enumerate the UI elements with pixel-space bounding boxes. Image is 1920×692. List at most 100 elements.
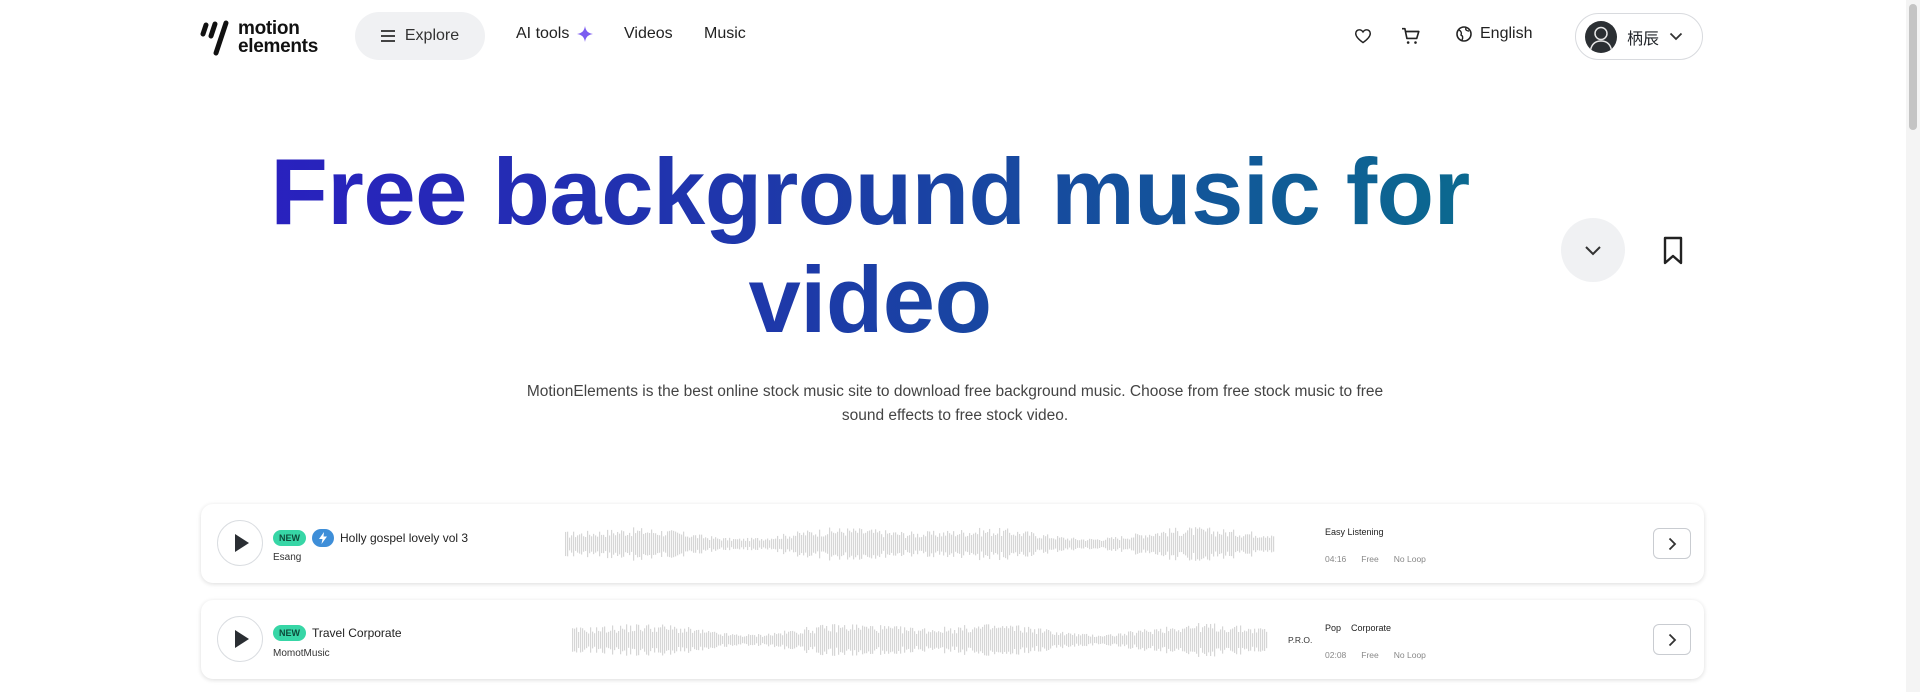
waveform-bar — [575, 537, 577, 551]
waveform-bar — [592, 631, 594, 649]
waveform-bar — [1025, 531, 1027, 557]
waveform-bar — [1001, 536, 1003, 552]
user-menu-button[interactable]: 柄辰 — [1575, 13, 1703, 60]
waveform-bar — [1138, 630, 1140, 650]
waveform-bar — [806, 626, 808, 654]
waveform-bar — [1142, 632, 1144, 648]
play-button[interactable] — [217, 616, 263, 662]
waveform-bar — [1215, 536, 1217, 552]
waveform-bar — [1120, 633, 1122, 647]
waveform-bar — [1252, 633, 1254, 647]
scrollbar-thumb[interactable] — [1909, 4, 1917, 130]
waveform-bar — [721, 540, 723, 548]
waveform[interactable] — [565, 526, 1275, 562]
waveform-bar — [1052, 634, 1054, 646]
track-row[interactable]: NEW Holly gospel lovely vol 3 Esang Easy… — [201, 504, 1704, 583]
tag-label[interactable]: Corporate — [1351, 623, 1391, 633]
waveform-bar — [1186, 626, 1188, 654]
waveform-bar — [758, 634, 760, 646]
waveform-bar — [676, 628, 678, 652]
waveform-bar — [1209, 527, 1211, 561]
waveform-bar — [1106, 635, 1108, 645]
expand-button[interactable] — [1561, 218, 1625, 282]
waveform-bar — [1269, 537, 1271, 551]
waveform-bar — [874, 629, 876, 651]
waveform-bar — [1226, 632, 1228, 648]
waveform-bar — [932, 630, 934, 650]
waveform-bar — [870, 626, 872, 654]
waveform-bar — [1114, 636, 1116, 644]
waveform-bar — [869, 530, 871, 558]
waveform-bar — [597, 536, 599, 552]
waveform-bar — [590, 627, 592, 653]
track-row[interactable]: NEW Travel Corporate MomotMusic P.R.O. P… — [201, 600, 1704, 679]
waveform-bar — [1088, 635, 1090, 645]
cart-button[interactable] — [1397, 22, 1425, 50]
waveform-bar — [770, 635, 772, 645]
waveform-bar — [1061, 537, 1063, 551]
track-artist[interactable]: Esang — [273, 552, 301, 563]
waveform-bar — [909, 535, 911, 553]
waveform-bar — [726, 633, 728, 647]
waveform-bar — [1181, 535, 1183, 553]
waveform-bar — [956, 633, 958, 647]
waveform-bar — [606, 632, 608, 648]
waveform-bar — [1089, 538, 1091, 550]
nav-ai-tools[interactable]: AI tools — [516, 25, 594, 43]
nav-videos[interactable]: Videos — [624, 25, 673, 43]
track-details-button[interactable] — [1653, 528, 1691, 559]
waveform-bar — [929, 531, 931, 557]
waveform-bar — [682, 632, 684, 648]
waveform-bar — [644, 628, 646, 652]
waveform-bar — [651, 529, 653, 559]
waveform-bar — [667, 531, 669, 557]
waveform-bar — [868, 628, 870, 652]
waveform-bar — [794, 631, 796, 649]
waveform-bar — [980, 628, 982, 652]
language-selector[interactable]: English — [1456, 25, 1532, 43]
waveform-bar — [1170, 628, 1172, 652]
track-title[interactable]: Holly gospel lovely vol 3 — [340, 531, 468, 545]
waveform-bar — [1158, 631, 1160, 649]
waveform-bar — [1054, 634, 1056, 646]
waveform-bar — [684, 628, 686, 652]
track-details-button[interactable] — [1653, 624, 1691, 655]
logo-mark-icon — [200, 17, 236, 59]
play-button[interactable] — [217, 520, 263, 566]
waveform-bar — [1225, 532, 1227, 556]
explore-button[interactable]: Explore — [355, 12, 485, 60]
bookmark-button[interactable] — [1661, 236, 1685, 266]
waveform-bar — [612, 625, 614, 655]
tag-label[interactable]: Pop — [1325, 623, 1341, 633]
waveform-bar — [1143, 538, 1145, 550]
waveform-bar — [1203, 529, 1205, 559]
waveform-bar — [603, 534, 605, 554]
waveform-bar — [829, 527, 831, 561]
waveform-bar — [635, 533, 637, 555]
track-artist[interactable]: MomotMusic — [273, 648, 330, 659]
waveform-bar — [880, 625, 882, 655]
nav-music[interactable]: Music — [704, 25, 746, 43]
waveform-bar — [1224, 630, 1226, 650]
logo[interactable]: motion elements — [200, 16, 320, 60]
waveform-bar — [1050, 631, 1052, 649]
waveform-bar — [1155, 533, 1157, 555]
waveform-bar — [1141, 535, 1143, 553]
waveform[interactable] — [572, 622, 1268, 658]
waveform-bar — [824, 628, 826, 652]
waveform-bar — [1174, 629, 1176, 651]
waveform-bar — [962, 630, 964, 650]
waveform-bar — [981, 536, 983, 552]
favorites-button[interactable] — [1349, 22, 1377, 50]
track-title[interactable]: Travel Corporate — [312, 626, 402, 640]
waveform-bar — [786, 633, 788, 647]
waveform-bar — [745, 540, 747, 548]
waveform-bar — [1200, 632, 1202, 648]
track-price: Free — [1361, 650, 1379, 660]
waveform-bar — [848, 630, 850, 650]
waveform-bar — [1256, 632, 1258, 648]
waveform-bar — [796, 632, 798, 648]
tag-label[interactable]: Easy Listening — [1325, 527, 1384, 537]
waveform-bar — [640, 629, 642, 651]
waveform-bar — [738, 635, 740, 645]
